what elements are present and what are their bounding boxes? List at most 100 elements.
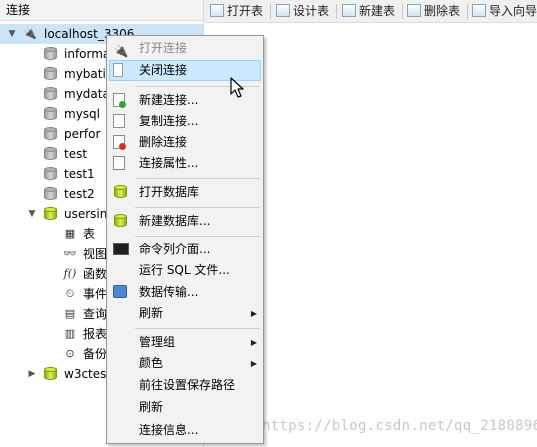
menu-item-label: 连接信息...: [139, 423, 199, 437]
close-connection-icon: [113, 63, 123, 77]
menu-item-color[interactable]: 颜色 ▶: [109, 353, 261, 374]
tree-item-label: mydata: [64, 87, 110, 101]
menu-item-label: 新建连接...: [139, 93, 199, 107]
import-wizard-icon: [472, 4, 486, 17]
query-icon: ▤: [64, 307, 76, 320]
menu-item-data-transfer[interactable]: 数据传输...: [109, 282, 261, 303]
database-icon: [114, 185, 130, 200]
design-table-button[interactable]: 设计表: [276, 2, 329, 20]
menu-item-label: 管理组: [139, 335, 176, 349]
menu-item-delete-connection[interactable]: 删除连接: [109, 132, 261, 153]
database-icon: [44, 47, 57, 61]
new-table-icon: [342, 4, 356, 17]
tree-item-label: 查询: [83, 307, 108, 321]
tree-item-label: 函数: [83, 267, 108, 281]
menu-item-label: 复制连接...: [139, 114, 199, 128]
copy-connection-icon: [113, 114, 125, 128]
menu-item-label: 运行 SQL 文件...: [139, 263, 230, 277]
import-wizard-button[interactable]: 导入向导: [472, 2, 537, 20]
design-table-icon: [276, 4, 290, 17]
menu-separator: [135, 207, 260, 208]
menu-item-label: 打开连接: [139, 41, 188, 55]
database-icon: [44, 207, 57, 221]
menu-item-refresh-submenu[interactable]: 刷新 ▶: [109, 303, 261, 324]
import-wizard-label: 导入向导: [489, 4, 537, 18]
menu-item-command-line[interactable]: 命令列介面...: [109, 239, 261, 260]
menu-item-label: 刷新: [139, 306, 164, 320]
database-icon: [44, 67, 57, 81]
menu-separator: [135, 236, 260, 237]
menu-item-open-connection[interactable]: 🔌 打开连接: [109, 38, 261, 59]
menu-item-run-sql-file[interactable]: 运行 SQL 文件...: [109, 260, 261, 281]
menu-item-connection-properties[interactable]: 连接属性...: [109, 153, 261, 174]
database-icon: [44, 107, 57, 121]
table-icon: ▦: [64, 227, 76, 240]
data-transfer-icon: [113, 285, 127, 298]
tree-item-label: informa: [64, 47, 111, 61]
design-table-label: 设计表: [293, 4, 330, 18]
new-table-button[interactable]: 新建表: [342, 2, 395, 20]
menu-item-open-database[interactable]: 打开数据库: [109, 182, 261, 203]
tree-item-label: w3ctest: [64, 367, 112, 381]
tree-item-label: 事件: [83, 287, 108, 301]
tree-item-label: mybatis: [64, 67, 113, 81]
event-icon: ⏲: [65, 287, 75, 300]
menu-separator: [135, 178, 260, 179]
database-icon: [44, 167, 57, 181]
tree-item-label: test2: [64, 187, 95, 201]
open-table-button[interactable]: 打开表: [210, 2, 263, 20]
chevron-down-icon[interactable]: ▼: [26, 204, 38, 224]
menu-item-label: 命令列介面...: [139, 242, 211, 256]
tree-item-label: perfor: [64, 127, 101, 141]
menu-separator: [135, 328, 260, 329]
menu-item-label: 刷新: [139, 400, 164, 414]
plug-icon: 🔌: [113, 44, 129, 58]
menu-item-new-database[interactable]: 新建数据库...: [109, 211, 261, 232]
new-table-label: 新建表: [359, 4, 396, 18]
menu-item-label: 关闭连接: [139, 63, 188, 77]
object-toolbar: 打开表 设计表 新建表 删除表 导入向导: [204, 0, 537, 23]
new-database-icon: [114, 214, 130, 229]
watermark: https://blog.csdn.net/qq_21808961: [262, 418, 537, 434]
tree-item-label: 备份: [83, 347, 108, 361]
open-table-label: 打开表: [227, 4, 264, 18]
delete-table-label: 删除表: [424, 4, 461, 18]
submenu-arrow-icon: ▶: [250, 359, 257, 368]
menu-item-refresh[interactable]: 刷新: [109, 397, 261, 418]
menu-item-label: 删除连接: [139, 135, 188, 149]
menu-item-label: 新建数据库...: [139, 214, 211, 228]
database-icon: [44, 87, 57, 101]
menu-item-copy-connection[interactable]: 复制连接...: [109, 111, 261, 132]
tree-item-label: test1: [64, 167, 95, 181]
toolbar-separator: [467, 4, 468, 19]
delete-table-button[interactable]: 删除表: [407, 2, 460, 20]
chevron-down-icon[interactable]: ▼: [6, 24, 18, 44]
properties-icon: [113, 156, 125, 170]
tree-item-label: 表: [83, 227, 96, 241]
connection-pane-header: 连接: [0, 0, 203, 21]
menu-item-label: 颜色: [139, 356, 164, 370]
open-table-icon: [210, 4, 224, 17]
menu-item-go-to-save-path[interactable]: 前往设置保存路径: [109, 375, 261, 396]
function-icon: f(): [63, 267, 77, 280]
toolbar-separator: [402, 4, 403, 19]
menu-item-manage-group[interactable]: 管理组 ▶: [109, 332, 261, 353]
menu-item-connection-info[interactable]: 连接信息...: [109, 420, 261, 441]
terminal-icon: [113, 243, 129, 255]
tree-item-label: 视图: [83, 247, 108, 261]
tree-item-label: mysql: [64, 107, 100, 121]
menu-item-label: 前往设置保存路径: [139, 378, 236, 392]
delete-connection-icon: [113, 135, 126, 150]
chevron-right-icon[interactable]: ▶: [26, 364, 38, 384]
submenu-arrow-icon: ▶: [250, 338, 257, 347]
mouse-cursor-icon: [230, 77, 244, 98]
menu-item-label: 连接属性...: [139, 156, 199, 170]
delete-table-icon: [407, 4, 421, 17]
database-icon: [44, 147, 57, 161]
menu-item-label: 数据传输...: [139, 285, 199, 299]
toolbar-separator: [336, 4, 337, 19]
database-icon: [44, 127, 57, 141]
database-icon: [44, 367, 57, 381]
submenu-arrow-icon: ▶: [250, 309, 257, 318]
toolbar-separator: [270, 4, 271, 19]
